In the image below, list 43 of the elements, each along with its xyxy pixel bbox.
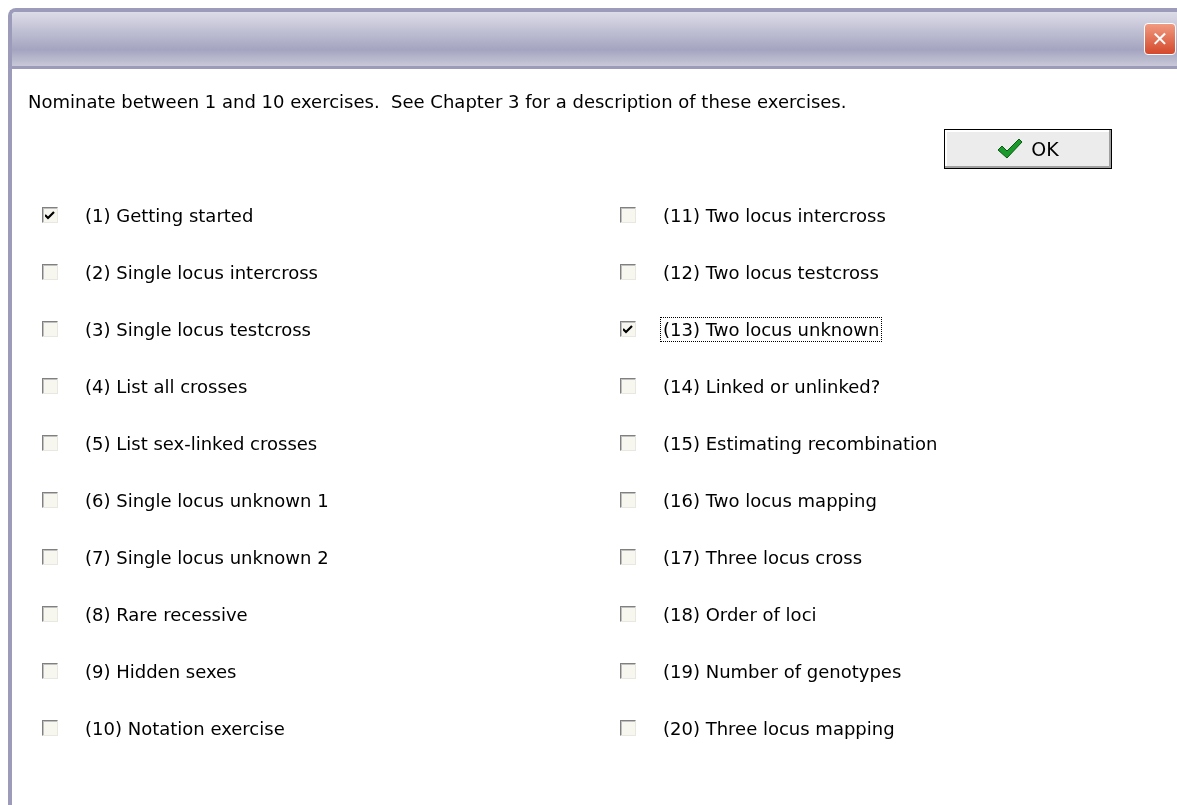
checkbox-label[interactable]: (10) Notation exercise	[82, 715, 288, 741]
checkbox-label[interactable]: (4) List all crosses	[82, 373, 251, 399]
checkbox-label[interactable]: (15) Estimating recombination	[660, 430, 941, 456]
checkbox-label[interactable]: (1) Getting started	[82, 202, 257, 228]
checkbox[interactable]	[620, 492, 636, 508]
checkbox-label[interactable]: (9) Hidden sexes	[82, 658, 240, 684]
checkbox[interactable]	[620, 207, 636, 223]
instruction-text: Nominate between 1 and 10 exercises. See Chapter 3 for a description of these exercises.	[28, 91, 848, 112]
checkbox-label[interactable]: (16) Two locus mapping	[660, 487, 880, 513]
checkbox[interactable]	[42, 378, 58, 394]
checkbox-label[interactable]: (5) List sex-linked crosses	[82, 430, 321, 456]
checkbox-label[interactable]: (7) Single locus unknown 2	[82, 544, 332, 570]
checkbox-label[interactable]: (11) Two locus intercross	[660, 202, 889, 228]
checkbox[interactable]	[620, 321, 636, 337]
checkbox[interactable]	[620, 720, 636, 736]
checkbox[interactable]	[42, 606, 58, 622]
checkbox[interactable]	[620, 378, 636, 394]
checkbox-label[interactable]: (12) Two locus testcross	[660, 259, 882, 285]
checkbox-label[interactable]: (2) Single locus intercross	[82, 259, 321, 285]
checkbox-label[interactable]: (14) Linked or unlinked?	[660, 373, 884, 399]
checkbox[interactable]	[42, 207, 58, 223]
checkbox[interactable]	[620, 549, 636, 565]
checkbox[interactable]	[42, 720, 58, 736]
checkbox[interactable]	[620, 435, 636, 451]
checkbox[interactable]	[620, 663, 636, 679]
checkbox-label[interactable]: (20) Three locus mapping	[660, 715, 898, 741]
checkbox-label[interactable]: (6) Single locus unknown 1	[82, 487, 332, 513]
ok-button[interactable]: OK	[944, 129, 1112, 169]
checkbox[interactable]	[42, 321, 58, 337]
checkbox-label[interactable]: (17) Three locus cross	[660, 544, 866, 570]
checkbox-label[interactable]: (3) Single locus testcross	[82, 316, 314, 342]
checkbox-label[interactable]: (18) Order of loci	[660, 601, 820, 627]
checkbox-label[interactable]: (13) Two locus unknown	[660, 316, 883, 342]
checkbox[interactable]	[42, 435, 58, 451]
checkbox[interactable]	[42, 492, 58, 508]
checkmark-icon	[997, 138, 1024, 160]
checkbox[interactable]	[42, 549, 58, 565]
checkbox[interactable]	[42, 264, 58, 280]
checkbox[interactable]	[620, 264, 636, 280]
checkbox-label[interactable]: (8) Rare recessive	[82, 601, 251, 627]
checkbox-label[interactable]: (19) Number of genotypes	[660, 658, 905, 684]
checkbox[interactable]	[42, 663, 58, 679]
checkbox[interactable]	[620, 606, 636, 622]
